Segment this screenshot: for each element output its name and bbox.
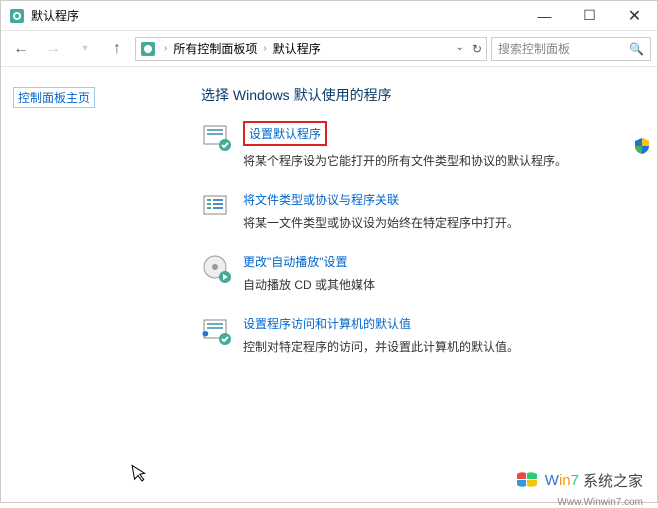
minimize-button[interactable]: — <box>522 1 567 30</box>
page-heading: 选择 Windows 默认使用的程序 <box>201 85 637 105</box>
access-icon <box>201 315 233 347</box>
close-button[interactable]: ✕ <box>612 1 657 30</box>
search-icon[interactable]: 🔍 <box>629 42 644 56</box>
search-placeholder: 搜索控制面板 <box>498 40 629 57</box>
sidebar: 控制面板主页 <box>1 67 201 502</box>
address-icon <box>140 41 156 57</box>
option-desc: 将某一文件类型或协议设为始终在特定程序中打开。 <box>243 214 519 231</box>
option-program-access: 设置程序访问和计算机的默认值 控制对特定程序的访问，并设置此计算机的默认值。 <box>201 315 637 355</box>
option-link-access[interactable]: 设置程序访问和计算机的默认值 <box>243 315 411 332</box>
option-desc: 控制对特定程序的访问，并设置此计算机的默认值。 <box>243 338 519 355</box>
breadcrumb-sep-icon[interactable]: › <box>160 43 171 54</box>
main-panel: 选择 Windows 默认使用的程序 设置默认程序 将某个程序设为它能打开的所有… <box>201 67 657 502</box>
autoplay-icon <box>201 253 233 285</box>
sidebar-home-link[interactable]: 控制面板主页 <box>13 87 95 108</box>
navbar: ← → ▾ ↑ › 所有控制面板项 › 默认程序 ⌄ ↻ 搜索控制面板 🔍 <box>1 31 657 67</box>
watermark-brand: Win7 <box>545 472 579 489</box>
back-button[interactable]: ← <box>7 35 35 63</box>
shield-icon <box>633 137 651 158</box>
address-bar[interactable]: › 所有控制面板项 › 默认程序 ⌄ ↻ <box>135 37 487 61</box>
option-link-autoplay[interactable]: 更改"自动播放"设置 <box>243 253 348 270</box>
window-title: 默认程序 <box>31 7 522 24</box>
address-dropdown-icon[interactable]: ⌄ <box>456 42 464 56</box>
breadcrumb-item[interactable]: 所有控制面板项 <box>171 40 259 57</box>
history-dropdown[interactable]: ▾ <box>71 35 99 63</box>
option-link-associate[interactable]: 将文件类型或协议与程序关联 <box>243 191 399 208</box>
watermark-text: 系统之家 <box>583 470 643 491</box>
option-autoplay: 更改"自动播放"设置 自动播放 CD 或其他媒体 <box>201 253 637 293</box>
content: 控制面板主页 选择 Windows 默认使用的程序 设置默认程序 将某个程序设为… <box>1 67 657 502</box>
titlebar: 默认程序 — ☐ ✕ <box>1 1 657 31</box>
window-controls: — ☐ ✕ <box>522 1 657 30</box>
refresh-icon[interactable]: ↻ <box>472 42 482 56</box>
forward-button[interactable]: → <box>39 35 67 63</box>
option-desc: 自动播放 CD 或其他媒体 <box>243 276 375 293</box>
search-input[interactable]: 搜索控制面板 🔍 <box>491 37 651 61</box>
option-desc: 将某个程序设为它能打开的所有文件类型和协议的默认程序。 <box>243 152 567 169</box>
watermark: Win7 系统之家 <box>513 466 643 494</box>
associate-icon <box>201 191 233 223</box>
option-link-set-default[interactable]: 设置默认程序 <box>243 121 327 146</box>
breadcrumb-sep-icon[interactable]: › <box>259 43 270 54</box>
up-button[interactable]: ↑ <box>103 35 131 63</box>
option-associate-file-types: 将文件类型或协议与程序关联 将某一文件类型或协议设为始终在特定程序中打开。 <box>201 191 637 231</box>
app-icon <box>9 8 25 24</box>
windows-logo-icon <box>513 466 541 494</box>
option-set-default-programs: 设置默认程序 将某个程序设为它能打开的所有文件类型和协议的默认程序。 <box>201 121 637 169</box>
breadcrumb-item[interactable]: 默认程序 <box>271 40 323 57</box>
program-icon <box>201 121 233 153</box>
maximize-button[interactable]: ☐ <box>567 1 612 30</box>
